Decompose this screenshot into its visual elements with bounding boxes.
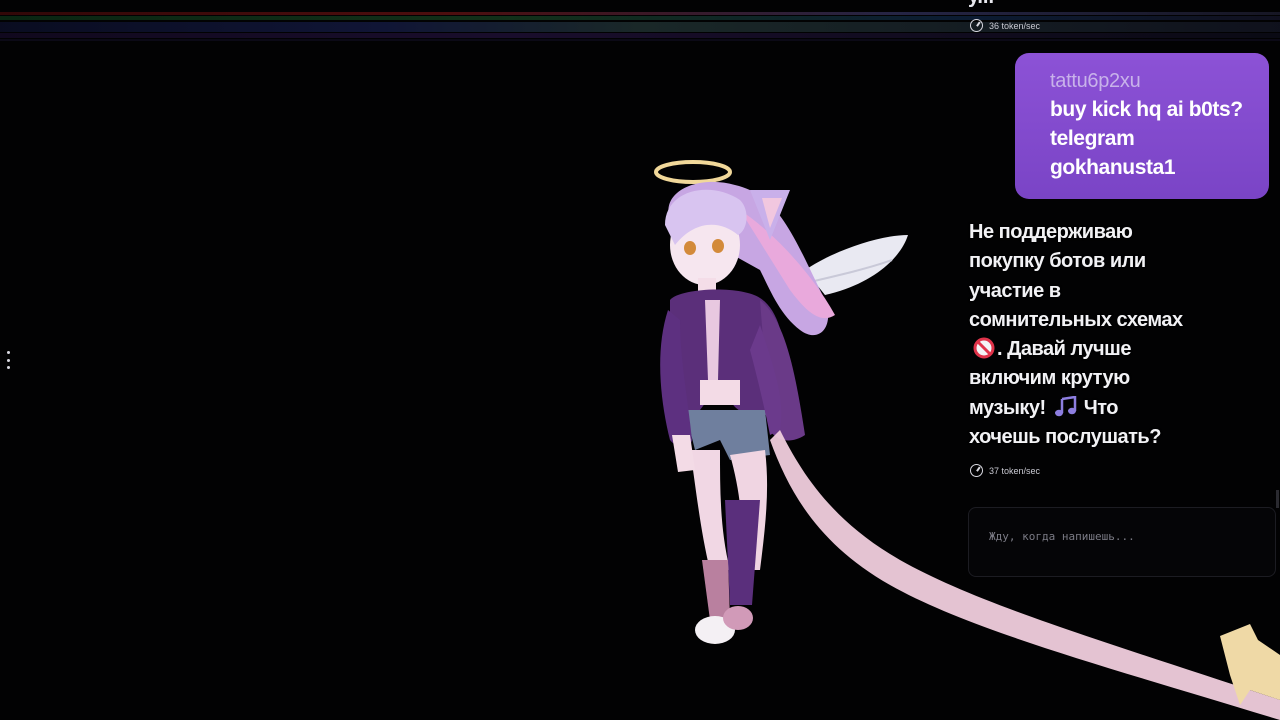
chat-username: tattu6p2xu (1050, 70, 1141, 92)
chat-message-user: tattu6p2xu buy kick hq ai b0ts? telegram… (1015, 53, 1269, 199)
bot-line: хочешь послушать? (969, 426, 1161, 449)
token-speed-label: 36 token/sec (989, 20, 1041, 31)
bot-line: включим крутую (969, 367, 1130, 390)
chat-input[interactable] (989, 530, 1255, 543)
token-speed-top: 36 token/sec (970, 19, 1040, 32)
chat-input-box[interactable] (968, 507, 1276, 577)
speedometer-icon (970, 464, 983, 477)
wing (805, 235, 908, 295)
bot-line: участие в (969, 279, 1061, 302)
glitch-strip (0, 0, 1280, 46)
bot-line: покупку ботов или (969, 250, 1146, 273)
chat-user-line: buy kick hq ai b0ts? (1050, 98, 1243, 121)
star-ornament (1220, 624, 1280, 705)
bot-line: музыку! Что (969, 395, 1119, 419)
stream-stage: у... 36 token/sec (0, 0, 1280, 720)
bot-line: . Давай лучше (969, 335, 1199, 364)
chat-message-bot: Не поддерживаю покупку ботов или участие… (969, 218, 1199, 452)
previous-message-fragment: у... (968, 0, 994, 9)
speedometer-icon (970, 19, 983, 32)
more-options-icon[interactable] (4, 351, 12, 369)
vtuber-avatar (654, 160, 908, 644)
chat-user-line: telegram (1050, 127, 1135, 150)
bot-line: Не поддерживаю (969, 221, 1133, 243)
bot-line: сомнительных схемах (969, 308, 1183, 331)
token-speed-bottom: 37 token/sec (970, 464, 1040, 477)
halo (654, 160, 732, 184)
no-entry-icon (973, 337, 995, 359)
scrollbar[interactable] (1276, 490, 1279, 508)
token-speed-label: 37 token/sec (989, 465, 1041, 476)
music-note-icon (1054, 395, 1076, 416)
chat-user-line: gokhanusta1 (1050, 156, 1176, 179)
